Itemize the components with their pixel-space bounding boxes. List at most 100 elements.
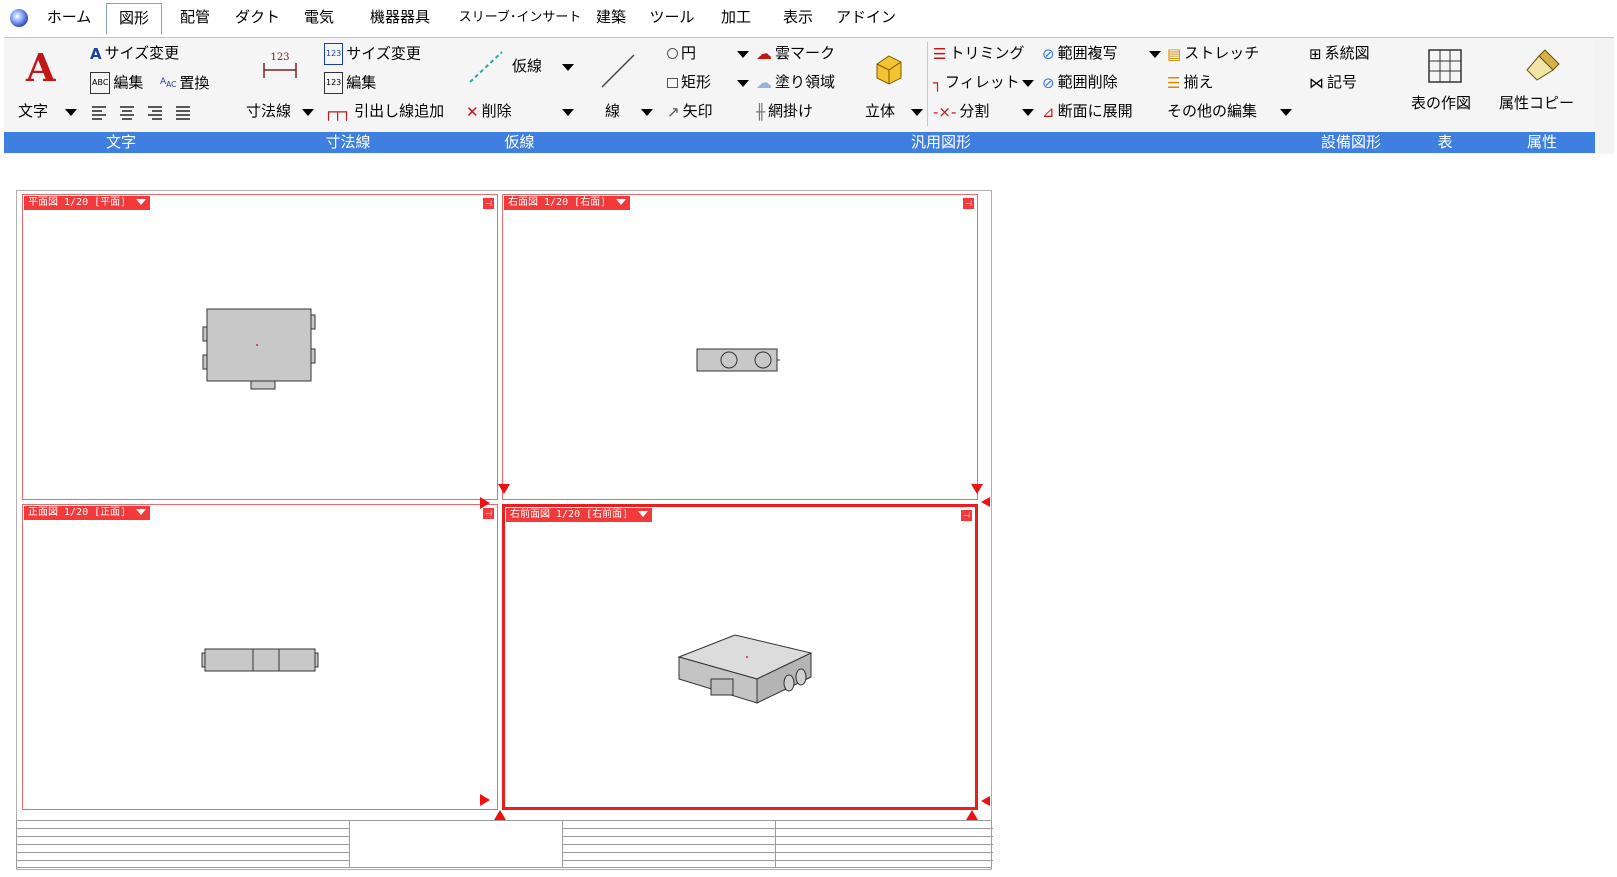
cloud-icon: ☁	[756, 43, 772, 63]
menu-kenchiku[interactable]: 建築	[588, 3, 634, 32]
moji-big-icon[interactable]: A	[26, 48, 55, 88]
section-expand-icon: ⊿	[1042, 102, 1055, 121]
arrow-button[interactable]: ↗ 矢印	[667, 101, 713, 123]
karisen-dropdown-arrow[interactable]	[562, 64, 574, 71]
solid-button[interactable]: 立体	[865, 101, 895, 123]
group-setsubi: ⊞ 系統図 ⋈ 記号 設備図形	[1301, 38, 1402, 153]
trim-button[interactable]: ☰ トリミング	[933, 43, 1024, 65]
table-create-button[interactable]: 表の作図	[1411, 93, 1471, 115]
hatch-icon: ╫	[756, 102, 766, 121]
menu-zukei[interactable]: 図形	[106, 3, 162, 35]
menu-sleeve-insert[interactable]: スリーブ･インサート	[458, 3, 582, 32]
fillet-dropdown-arrow[interactable]	[1022, 80, 1034, 87]
system-diagram-icon: ⊞	[1309, 44, 1322, 63]
fill-region-button[interactable]: ☁ 塗り領域	[756, 72, 835, 94]
fillet-button[interactable]: ┐ フィレット	[933, 72, 1020, 94]
pin-icon[interactable]: ⊣	[961, 510, 972, 521]
chevron-down-icon[interactable]	[638, 511, 649, 517]
other-edit-dropdown-arrow[interactable]	[1280, 109, 1292, 116]
trim-icon: ☰	[933, 44, 947, 63]
line-dropdown-arrow[interactable]	[641, 109, 653, 116]
chevron-down-icon[interactable]	[616, 199, 627, 205]
equipment-plan-view[interactable]	[201, 305, 321, 395]
pin-icon[interactable]: ⊣	[483, 508, 494, 519]
section-expand-button[interactable]: ⊿ 断面に展開	[1042, 101, 1133, 123]
karisen-delete-button[interactable]: ✕ 削除	[466, 101, 512, 123]
rectangle-icon	[667, 77, 678, 88]
split-button[interactable]: -×- 分割	[933, 101, 989, 123]
stretch-button[interactable]: ▤ ストレッチ	[1167, 43, 1259, 65]
equipment-right-view[interactable]	[693, 345, 783, 375]
range-copy-dropdown-arrow[interactable]	[1149, 51, 1161, 58]
align-button[interactable]: ☰ 揃え	[1167, 72, 1213, 94]
text-align-icons[interactable]	[90, 104, 200, 122]
menu-kikikigu[interactable]: 機器器具	[358, 3, 442, 32]
stretch-icon: ▤	[1167, 44, 1182, 63]
menu-denki[interactable]: 電気	[296, 3, 342, 32]
rect-dropdown-arrow[interactable]	[737, 80, 749, 87]
circle-dropdown-arrow[interactable]	[737, 51, 749, 58]
group-karisen: 仮線 ✕ 削除 仮線	[458, 38, 582, 153]
menu-hyouji[interactable]: 表示	[775, 3, 821, 32]
viewport-plan[interactable]: 平面図 1/20 [平面] ⊣	[22, 194, 498, 500]
line-button[interactable]: 線	[605, 101, 620, 123]
menu-bar: ホーム 図形 配管 ダクト 電気 機器器具 スリーブ･インサート 建築 ツール …	[0, 0, 1617, 37]
rect-button[interactable]: 矩形	[667, 72, 711, 94]
equipment-isometric-view[interactable]	[675, 627, 825, 717]
other-edit-button[interactable]: その他の編集	[1167, 101, 1257, 123]
menu-home[interactable]: ホーム	[44, 3, 94, 32]
cloud-mark-button[interactable]: ☁ 雲マーク	[756, 43, 835, 65]
split-dropdown-arrow[interactable]	[1022, 109, 1034, 116]
viewport-front-label[interactable]: 正面図 1/20 [正面]	[24, 506, 151, 520]
dimension-line-icon[interactable]: 123	[260, 48, 300, 84]
sunpo-edit-button[interactable]: 123 編集	[324, 72, 376, 94]
system-diagram-button[interactable]: ⊞ 系統図	[1309, 43, 1370, 65]
pin-icon[interactable]: ⊣	[483, 198, 494, 209]
menu-addin[interactable]: アドイン	[836, 3, 896, 32]
group-label-hanyou: 汎用図形	[581, 132, 1301, 153]
menu-haikan[interactable]: 配管	[172, 3, 218, 32]
leader-add-button[interactable]: ┌┬┐ 引出し線追加	[324, 101, 444, 123]
symbol-button[interactable]: ⋈ 記号	[1309, 72, 1357, 94]
ribbon-separator	[927, 42, 928, 126]
dim-size-icon: 123	[324, 43, 344, 65]
sunpo-button[interactable]: 寸法線	[246, 101, 291, 123]
moji-edit-button[interactable]: ABC 編集	[90, 72, 143, 94]
menu-duct[interactable]: ダクト	[235, 3, 280, 32]
viewport-iso-label[interactable]: 右前面図 1/20 [右前面]	[506, 508, 653, 522]
align-icon: ☰	[1167, 73, 1181, 92]
equipment-front-view[interactable]	[201, 645, 321, 675]
karisen-button[interactable]: 仮線	[512, 56, 542, 78]
moji-replace-button[interactable]: AAC 置換	[160, 72, 209, 94]
range-delete-button[interactable]: ⊘ 範囲削除	[1042, 72, 1118, 94]
solid-dropdown-arrow[interactable]	[911, 109, 923, 116]
range-copy-button[interactable]: ⊘ 範囲複写	[1042, 43, 1118, 65]
moji-size-change-button[interactable]: A サイズ変更	[90, 43, 179, 65]
viewport-plan-label[interactable]: 平面図 1/20 [平面]	[24, 196, 151, 210]
group-hanyou: 線 円 矩形 ↗ 矢印 ☁ 雲マーク ☁ 塗り領域 ╫ 網掛け 立体 ☰ トリミ…	[581, 38, 1302, 153]
text-size-icon: A	[90, 44, 102, 63]
sunpo-size-change-button[interactable]: 123 サイズ変更	[324, 43, 421, 65]
chevron-down-icon[interactable]	[136, 509, 147, 515]
group-label-sunpo: 寸法線	[238, 132, 458, 153]
line-icon	[601, 54, 635, 88]
circle-button[interactable]: 円	[667, 43, 696, 65]
table-grid-icon	[1428, 49, 1462, 83]
svg-text:123: 123	[270, 52, 289, 63]
pin-icon[interactable]: ⊣	[963, 198, 974, 209]
menu-kakou[interactable]: 加工	[713, 3, 759, 32]
viewport-right[interactable]: 右面図 1/20 [右面] ⊣	[502, 194, 978, 500]
attribute-copy-button[interactable]: 属性コピー	[1499, 93, 1574, 115]
chevron-down-icon[interactable]	[136, 199, 147, 205]
menu-tool[interactable]: ツール	[646, 3, 698, 32]
viewport-iso[interactable]: 右前面図 1/20 [右前面] ⊣	[502, 504, 978, 810]
hatch-button[interactable]: ╫ 網掛け	[756, 101, 813, 123]
moji-dropdown-arrow[interactable]	[65, 109, 77, 116]
karisen-delete-dropdown-arrow[interactable]	[562, 109, 574, 116]
app-icon[interactable]	[10, 9, 28, 27]
sunpo-dropdown-arrow[interactable]	[302, 109, 314, 116]
viewport-front[interactable]: 正面図 1/20 [正面] ⊣	[22, 504, 498, 810]
view-marker	[498, 484, 510, 494]
viewport-right-label[interactable]: 右面図 1/20 [右面]	[504, 196, 631, 210]
moji-button[interactable]: 文字	[18, 101, 48, 123]
